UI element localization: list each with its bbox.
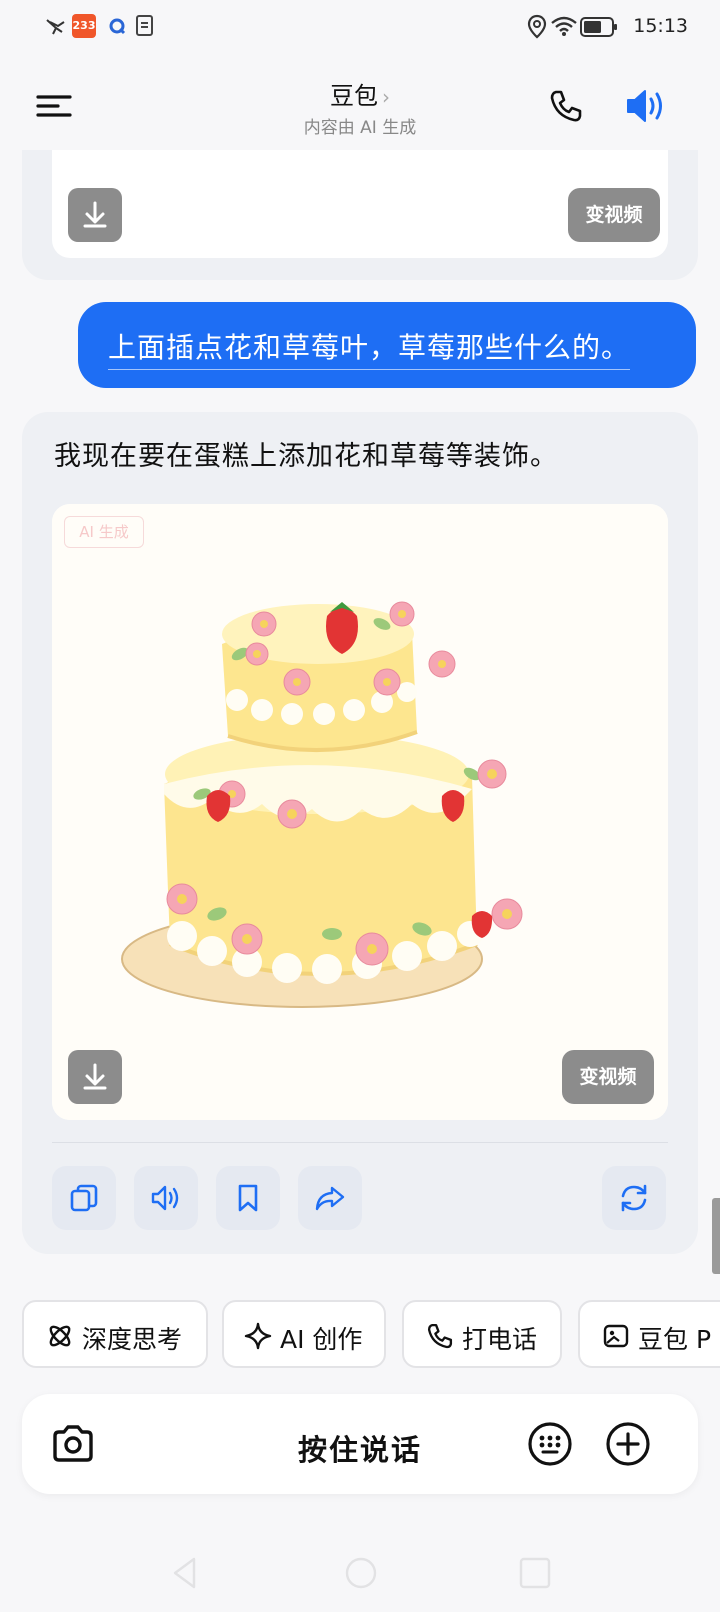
generated-image[interactable]: AI 生成 变视频 [52, 504, 668, 1120]
chip-ai-create[interactable]: AI 创作 [222, 1300, 386, 1368]
download-button[interactable] [68, 188, 122, 242]
phone-call-icon[interactable] [548, 88, 584, 124]
nav-back-icon[interactable] [170, 1556, 200, 1590]
previous-image-footer: 变视频 [52, 150, 668, 258]
clock: 15:13 [633, 15, 688, 37]
chip-deep-thinking[interactable]: 深度思考 [22, 1300, 208, 1368]
status-bar: 233 15:13 [0, 0, 720, 54]
chip-phone-call[interactable]: 打电话 [402, 1300, 562, 1368]
chip-label: AI 创作 [280, 1325, 363, 1354]
sparkle-icon [244, 1322, 272, 1350]
q-app-icon [109, 18, 126, 35]
bird-icon [46, 19, 65, 35]
read-aloud-button[interactable] [134, 1166, 198, 1230]
location-icon [527, 14, 547, 39]
document-icon [136, 15, 153, 36]
nav-recents-icon[interactable] [518, 1556, 552, 1590]
regenerate-button[interactable] [602, 1166, 666, 1230]
image-edit-icon [603, 1324, 629, 1348]
plus-icon[interactable] [604, 1420, 652, 1468]
action-divider [52, 1142, 668, 1143]
bookmark-button[interactable] [216, 1166, 280, 1230]
refresh-icon [621, 1184, 647, 1212]
bookmark-icon [238, 1184, 258, 1212]
cake-image [52, 504, 668, 1120]
copy-button[interactable] [52, 1166, 116, 1230]
user-message-text: 上面插点花和草莓叶，草莓那些什么的。 [108, 326, 631, 370]
speaker-icon [151, 1185, 179, 1211]
battery-icon [580, 17, 617, 37]
chip-label: 打电话 [462, 1325, 538, 1354]
keyboard-icon[interactable] [526, 1420, 574, 1468]
download-button[interactable] [68, 1050, 122, 1104]
wifi-icon [551, 16, 577, 36]
download-icon [83, 1063, 107, 1090]
app-233-icon: 233 [72, 14, 96, 38]
chip-doubao-p[interactable]: 豆包 P [578, 1300, 720, 1368]
scrollbar-thumb[interactable] [712, 1198, 720, 1274]
title-text: 豆包 [330, 82, 378, 110]
hold-to-talk-button[interactable]: 按住说话 [22, 1427, 698, 1469]
chip-label: 豆包 P [638, 1325, 712, 1354]
user-message-bubble[interactable]: 上面插点花和草莓叶，草莓那些什么的。 [78, 302, 696, 388]
atom-icon [49, 1325, 71, 1347]
chip-label: 深度思考 [82, 1325, 183, 1354]
previous-message-card: 变视频 [22, 150, 698, 280]
chevron-right-icon: › [382, 85, 390, 109]
phone-icon [427, 1323, 453, 1349]
copy-icon [70, 1184, 98, 1212]
download-icon [83, 201, 107, 228]
share-button[interactable] [298, 1166, 362, 1230]
input-bar: 按住说话 [22, 1394, 698, 1494]
to-video-button[interactable]: 变视频 [568, 188, 660, 242]
page-title[interactable]: 豆包 › [0, 76, 720, 111]
nav-home-icon[interactable] [344, 1556, 378, 1590]
ai-generated-badge: AI 生成 [64, 516, 144, 548]
to-video-button[interactable]: 变视频 [562, 1050, 654, 1104]
assistant-message-text: 我现在要在蛋糕上添加花和草莓等装饰。 [54, 441, 558, 472]
page-subtitle: 内容由 AI 生成 [303, 118, 417, 138]
speaker-on-icon[interactable] [624, 86, 670, 126]
share-icon [315, 1186, 345, 1211]
